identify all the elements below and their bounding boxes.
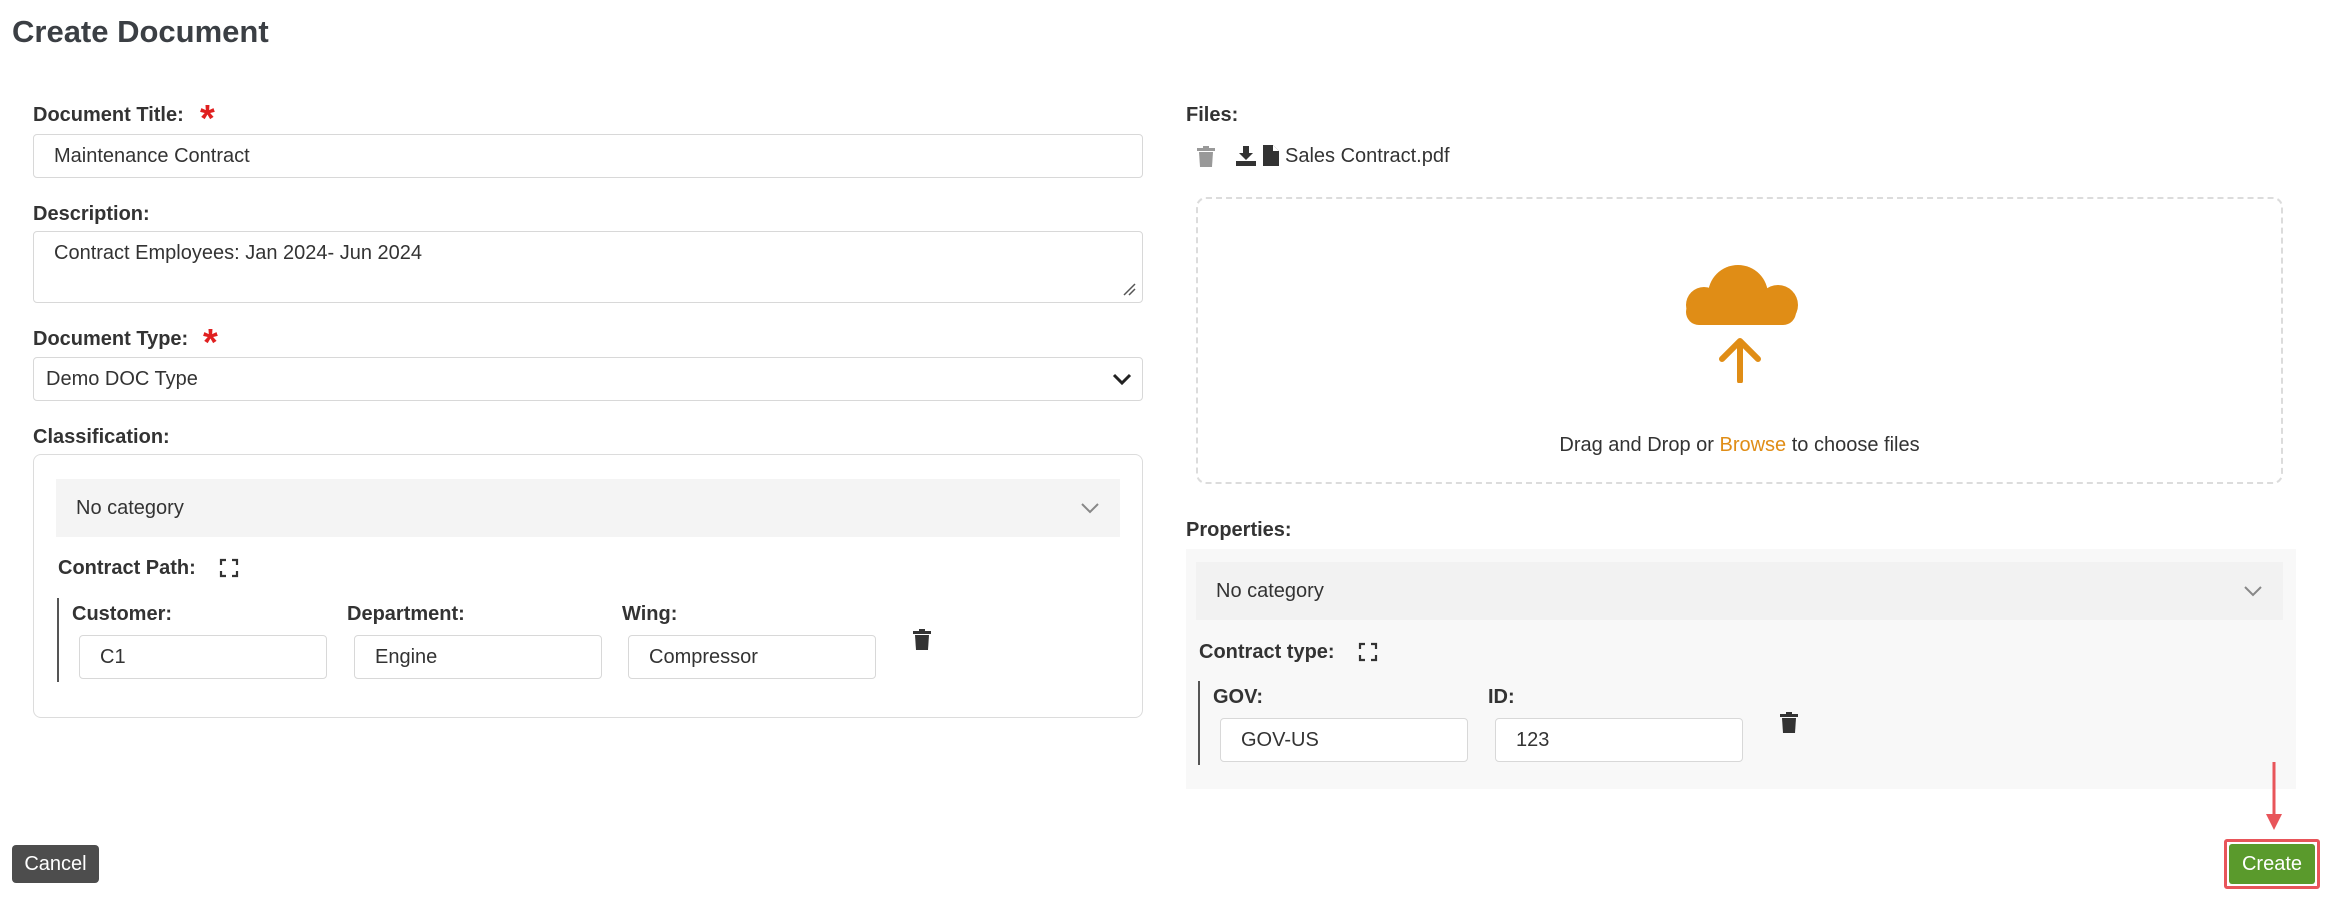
document-title-label: Document Title: xyxy=(33,104,184,126)
wing-value: Compressor xyxy=(649,645,758,668)
cancel-button[interactable]: Cancel xyxy=(12,845,99,883)
description-value: Contract Employees: Jan 2024- Jun 2024 xyxy=(54,242,422,264)
id-input[interactable]: 123 xyxy=(1495,718,1743,762)
file-dropzone[interactable]: Drag and Drop or Browse to choose files xyxy=(1196,197,2283,484)
properties-divider xyxy=(1198,681,1200,765)
required-asterisk-icon: * xyxy=(200,98,215,140)
classification-label: Classification: xyxy=(33,426,170,448)
description-textarea[interactable]: Contract Employees: Jan 2024- Jun 2024 xyxy=(33,231,1143,303)
trash-icon[interactable] xyxy=(913,629,931,650)
create-button[interactable]: Create xyxy=(2229,844,2315,884)
properties-category-select[interactable]: No category xyxy=(1196,562,2283,620)
file-name[interactable]: Sales Contract.pdf xyxy=(1285,145,1450,168)
trash-icon[interactable] xyxy=(1780,712,1798,733)
gov-input[interactable]: GOV-US xyxy=(1220,718,1468,762)
wing-label: Wing: xyxy=(622,603,678,625)
contract-type-label: Contract type: xyxy=(1199,641,1335,663)
document-type-label: Document Type: xyxy=(33,328,189,350)
trash-icon[interactable] xyxy=(1197,146,1215,167)
download-icon[interactable] xyxy=(1236,146,1256,166)
path-divider xyxy=(57,598,59,682)
resize-grip-icon[interactable] xyxy=(1122,282,1136,296)
properties-category-value: No category xyxy=(1216,579,1324,602)
classification-category-value: No category xyxy=(76,496,184,519)
id-value: 123 xyxy=(1516,728,1550,751)
department-input[interactable]: Engine xyxy=(354,635,602,679)
annotation-arrow-icon xyxy=(2266,762,2282,830)
wing-input[interactable]: Compressor xyxy=(628,635,876,679)
classification-category-select[interactable]: No category xyxy=(56,479,1120,537)
department-label: Department: xyxy=(347,603,465,625)
document-title-input[interactable] xyxy=(33,134,1143,178)
gov-label: GOV: xyxy=(1213,686,1264,708)
contract-path-label: Contract Path: xyxy=(58,557,196,579)
files-label: Files: xyxy=(1186,104,1239,126)
gov-value: GOV-US xyxy=(1241,728,1319,751)
document-type-value: Demo DOC Type xyxy=(46,367,198,390)
chevron-down-icon xyxy=(2244,586,2262,597)
expand-icon[interactable] xyxy=(1358,642,1378,662)
customer-value: C1 xyxy=(100,645,126,668)
cloud-upload-icon xyxy=(1686,265,1798,383)
chevron-down-icon xyxy=(1112,373,1132,386)
expand-icon[interactable] xyxy=(219,558,239,578)
file-icon xyxy=(1263,145,1279,166)
description-label: Description: xyxy=(33,203,150,225)
customer-label: Customer: xyxy=(72,603,173,625)
browse-link[interactable]: Browse xyxy=(1719,434,1786,456)
dropzone-text: Drag and Drop or Browse to choose files xyxy=(1559,434,1920,456)
page-title: Create Document xyxy=(12,14,269,49)
arrow-down-icon xyxy=(1719,338,1761,383)
id-label: ID: xyxy=(1488,686,1515,708)
chevron-down-icon xyxy=(1081,503,1099,514)
document-type-select[interactable]: Demo DOC Type xyxy=(33,357,1143,401)
customer-input[interactable]: C1 xyxy=(79,635,327,679)
properties-label: Properties: xyxy=(1186,519,1292,541)
department-value: Engine xyxy=(375,645,438,668)
